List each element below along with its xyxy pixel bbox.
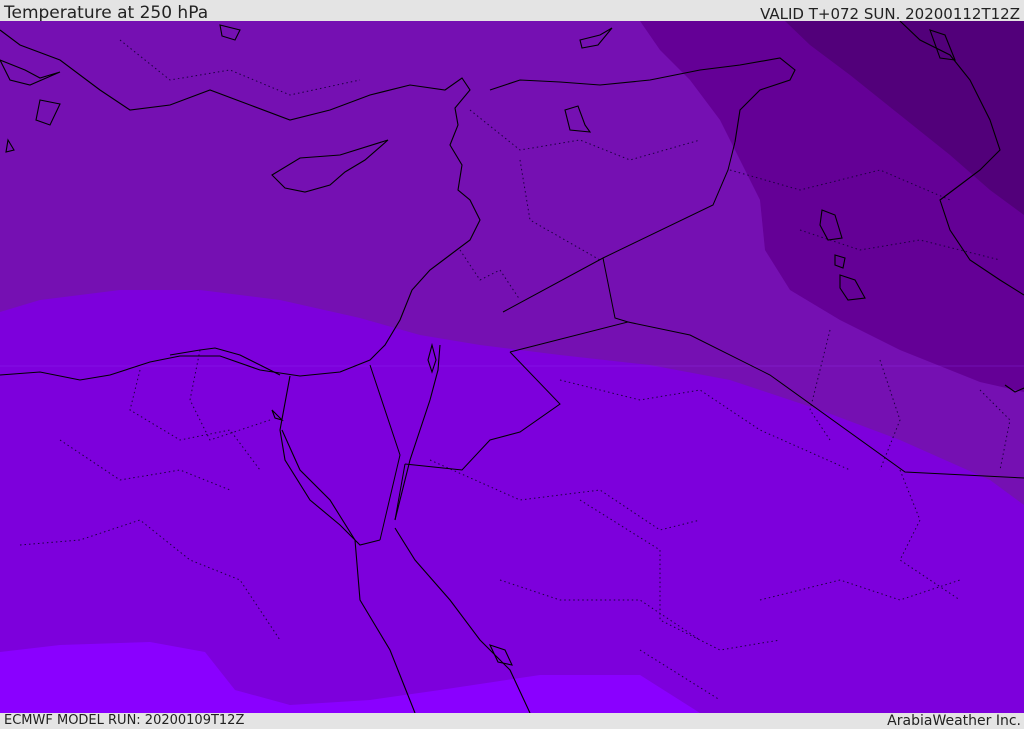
map-panel[interactable] xyxy=(0,21,1024,713)
top-bar: Temperature at 250 hPa VALID T+072 SUN. … xyxy=(0,0,1024,23)
map-title: Temperature at 250 hPa xyxy=(4,3,209,23)
bottom-bar: ECMWF MODEL RUN: 20200109T12Z ArabiaWeat… xyxy=(0,713,1024,729)
model-run-label: ECMWF MODEL RUN: 20200109T12Z xyxy=(4,713,245,728)
temperature-map xyxy=(0,21,1024,713)
credit-label: ArabiaWeather Inc. xyxy=(887,713,1021,729)
